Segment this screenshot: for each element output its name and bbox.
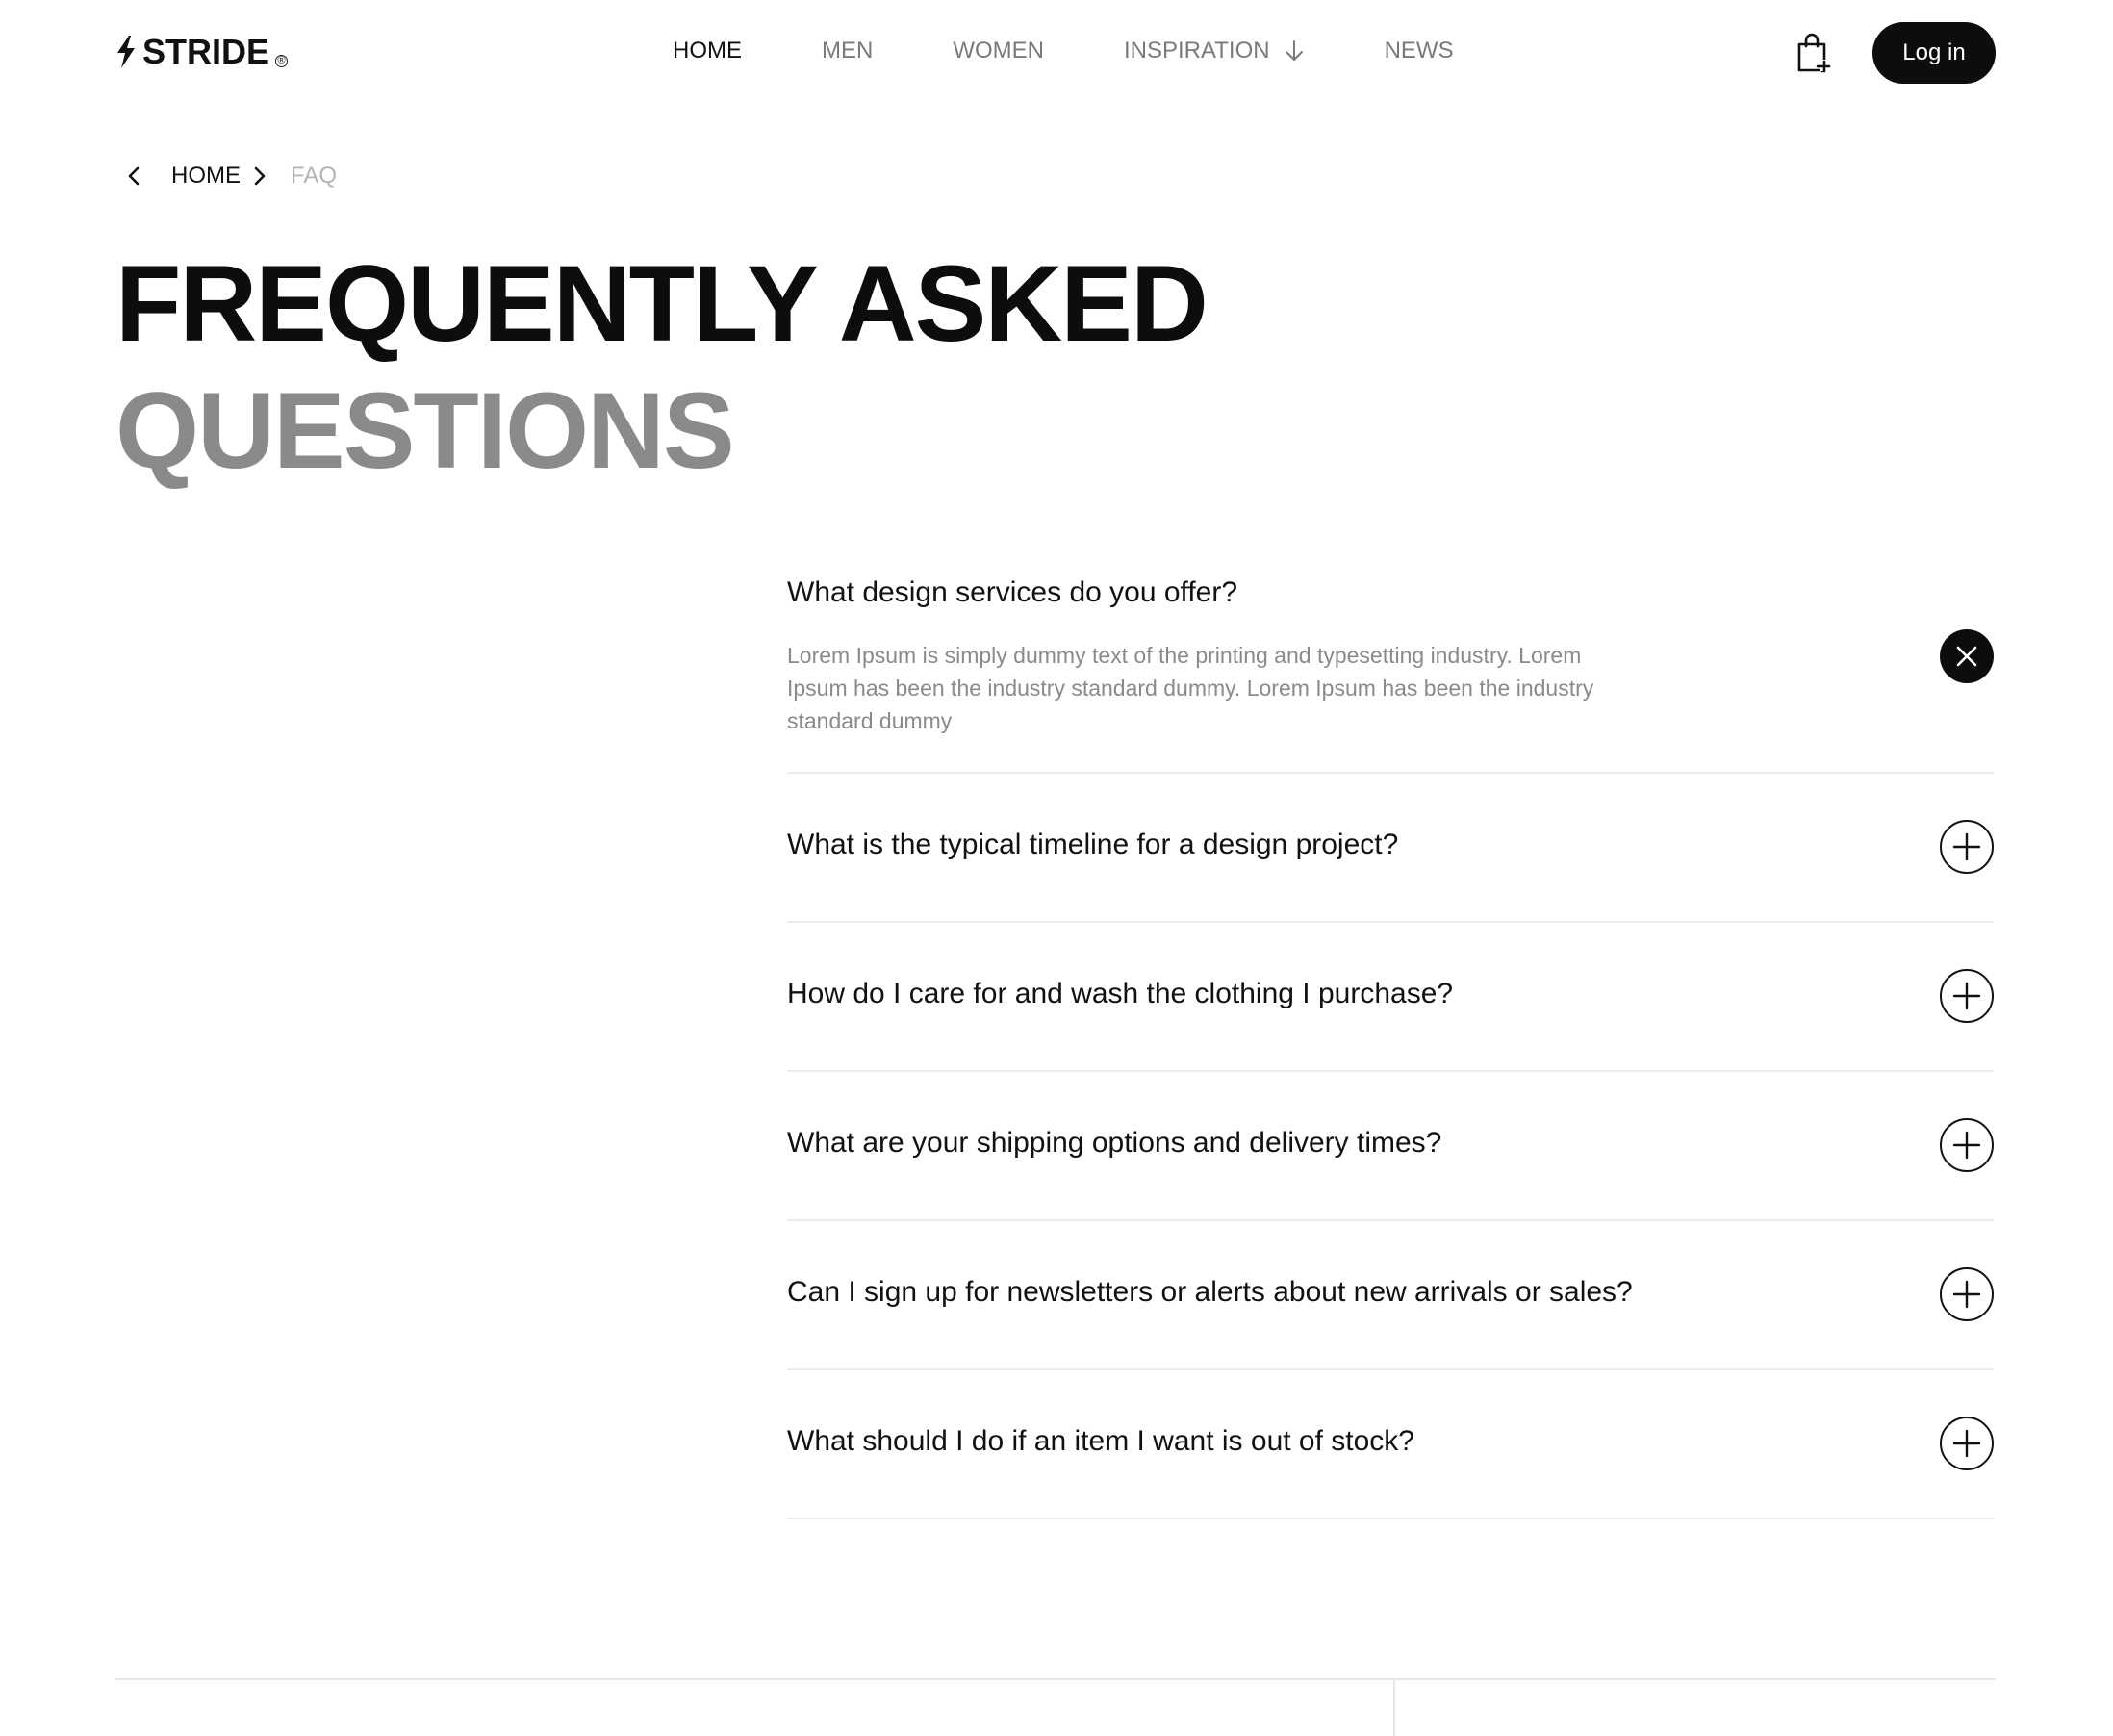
expand-button[interactable] <box>1940 820 1994 874</box>
faq-question[interactable]: How do I care for and wash the clothing … <box>787 977 1453 1011</box>
expand-button[interactable] <box>1940 969 1994 1023</box>
nav-item-label: HOME <box>673 38 742 64</box>
faq-question[interactable]: What is the typical timeline for a desig… <box>787 828 1398 862</box>
faq-question[interactable]: What design services do you offer? <box>787 575 1237 610</box>
nav-item-home[interactable]: HOME <box>673 37 742 65</box>
faq-item: Can I sign up for newsletters or alerts … <box>787 1221 1994 1370</box>
plus-icon <box>1952 1429 1981 1458</box>
nav-item-label: WOMEN <box>953 38 1044 64</box>
nav-item-men[interactable]: MEN <box>822 37 873 65</box>
faq-question[interactable]: Can I sign up for newsletters or alerts … <box>787 1275 1633 1310</box>
nav-item-women[interactable]: WOMEN <box>953 37 1044 65</box>
expand-button[interactable] <box>1940 1267 1994 1321</box>
breadcrumb-home-link[interactable]: HOME <box>171 162 241 191</box>
page-title-line2: QUESTIONS <box>115 370 735 491</box>
brand-name: STRIDE <box>142 32 270 71</box>
nav-item-news[interactable]: NEWS <box>1385 37 1454 65</box>
close-icon <box>1956 646 1977 667</box>
faq-item: What should I do if an item I want is ou… <box>787 1370 1994 1519</box>
footer-divider-horizontal <box>115 1678 1996 1680</box>
faq-question[interactable]: What are your shipping options and deliv… <box>787 1126 1441 1161</box>
page-title: FREQUENTLY ASKED QUESTIONS <box>115 241 1209 495</box>
registered-mark: ® <box>275 54 289 67</box>
site-header: STRIDE ® HOME MEN WOMEN INSPIRATION NEWS… <box>0 0 2113 106</box>
plus-icon <box>1952 1280 1981 1309</box>
faq-item: What are your shipping options and deliv… <box>787 1072 1994 1221</box>
faq-question[interactable]: What should I do if an item I want is ou… <box>787 1424 1414 1459</box>
login-button[interactable]: Log in <box>1872 22 1996 84</box>
plus-icon <box>1952 1131 1981 1160</box>
shopping-bag-icon[interactable] <box>1795 33 1832 73</box>
faq-item: What is the typical timeline for a desig… <box>787 774 1994 923</box>
faq-item: How do I care for and wash the clothing … <box>787 923 1994 1072</box>
page-title-line1: FREQUENTLY ASKED <box>115 243 1209 364</box>
collapse-button[interactable] <box>1940 629 1994 683</box>
breadcrumb-current: FAQ <box>291 163 338 189</box>
footer-divider-vertical <box>1393 1680 1395 1736</box>
chevron-left-icon[interactable] <box>123 165 146 188</box>
main-nav: HOME MEN WOMEN INSPIRATION NEWS <box>673 37 1454 65</box>
nav-item-label: INSPIRATION <box>1124 38 1270 64</box>
plus-icon <box>1952 832 1981 861</box>
nav-item-label: NEWS <box>1384 38 1454 64</box>
expand-button[interactable] <box>1940 1417 1994 1470</box>
breadcrumb: HOME FAQ <box>123 162 337 191</box>
faq-accordion: What design services do you offer? Lorem… <box>787 558 1994 1519</box>
plus-icon <box>1952 982 1981 1010</box>
faq-item: What design services do you offer? Lorem… <box>787 558 1994 774</box>
faq-answer: Lorem Ipsum is simply dummy text of the … <box>787 643 1594 733</box>
arrow-down-icon <box>1285 40 1303 61</box>
lightning-bolt-icon <box>117 36 135 68</box>
chevron-right-icon <box>254 166 266 186</box>
brand-logo[interactable]: STRIDE ® <box>115 32 289 71</box>
nav-item-inspiration[interactable]: INSPIRATION <box>1124 37 1305 65</box>
nav-item-label: MEN <box>822 38 874 64</box>
expand-button[interactable] <box>1940 1118 1994 1172</box>
